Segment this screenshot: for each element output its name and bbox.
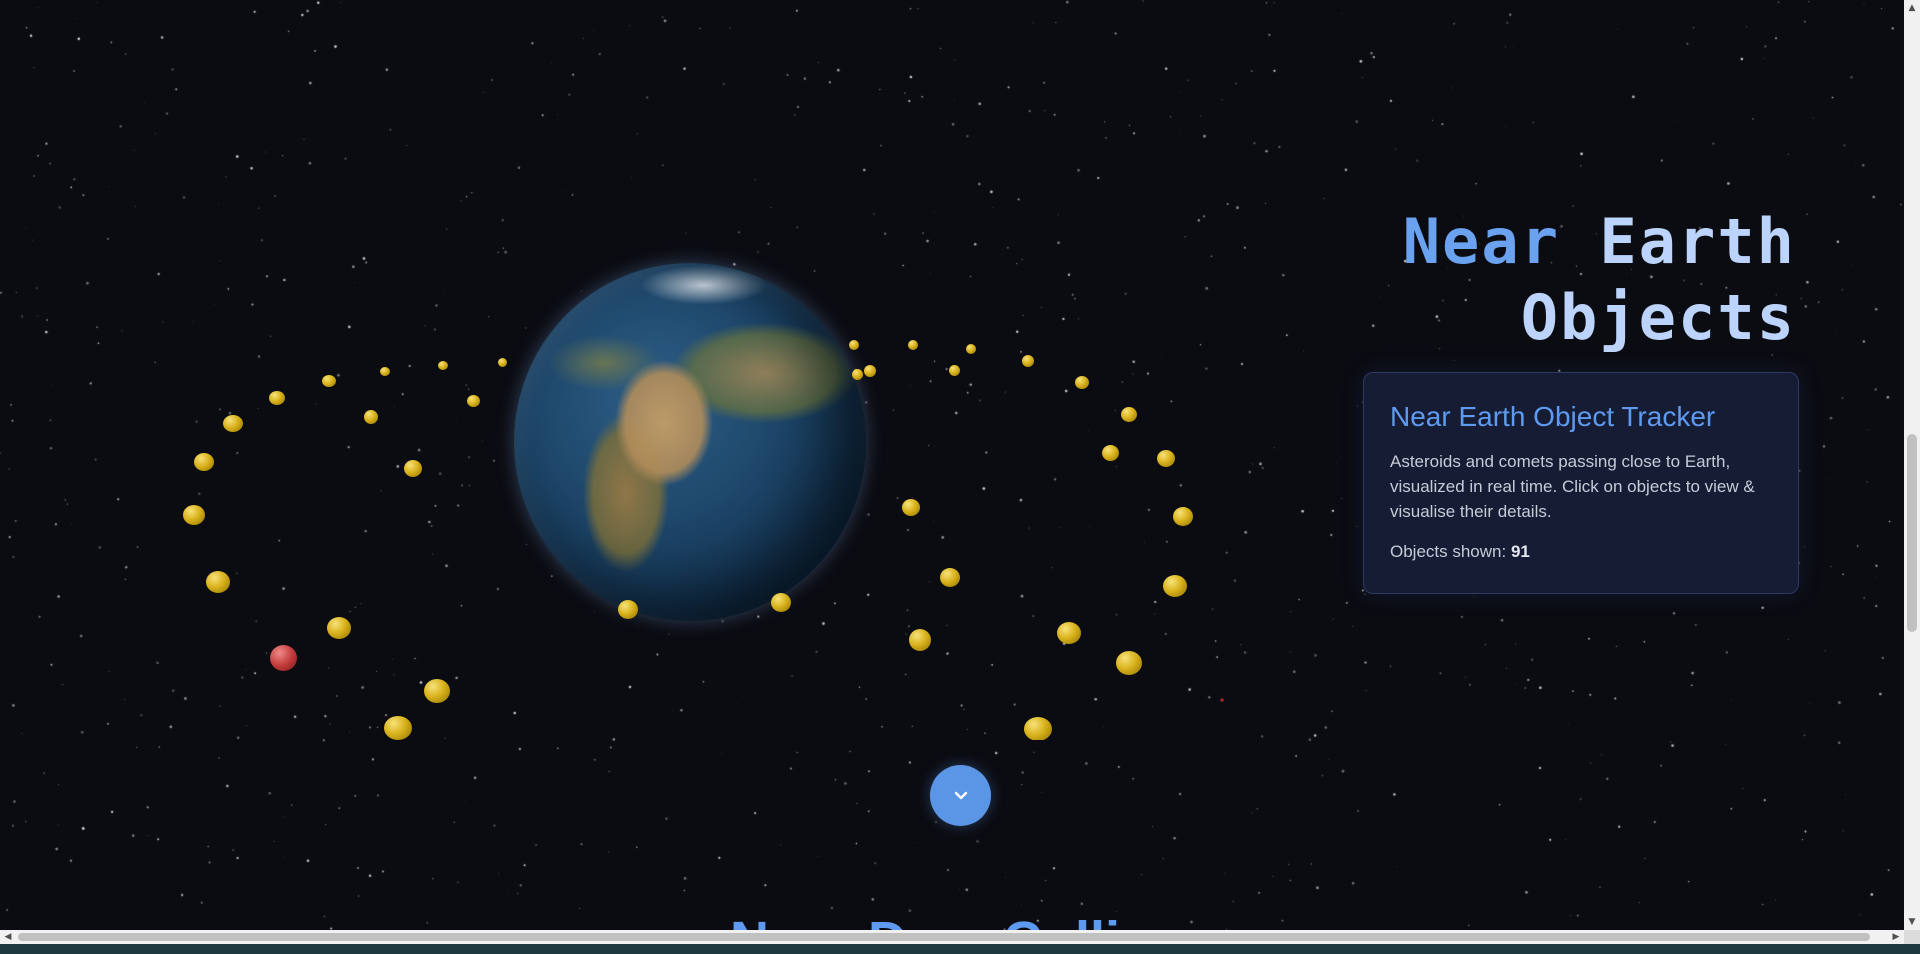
neo-asteroid[interactable] bbox=[1116, 651, 1142, 675]
neo-asteroid[interactable] bbox=[466, 395, 480, 407]
neo-asteroid[interactable] bbox=[380, 366, 390, 376]
neo-asteroid[interactable] bbox=[966, 344, 976, 354]
neo-asteroid[interactable] bbox=[269, 391, 285, 405]
earth-globe[interactable] bbox=[514, 263, 866, 621]
neo-asteroid[interactable] bbox=[384, 716, 412, 740]
neo-asteroid[interactable] bbox=[849, 340, 859, 350]
neo-asteroid[interactable] bbox=[618, 599, 638, 619]
neo-asteroid[interactable] bbox=[223, 414, 243, 432]
title-word-objects: Objects bbox=[1520, 281, 1796, 354]
card-description: Asteroids and comets passing close to Ea… bbox=[1390, 452, 1755, 521]
info-card: Near Earth Object Tracker Asteroids and … bbox=[1363, 372, 1799, 594]
neo-asteroid[interactable] bbox=[851, 368, 863, 380]
page-title: Near Earth Objects bbox=[1403, 204, 1796, 356]
scroll-down-arrow-icon[interactable]: ▼ bbox=[1904, 914, 1920, 930]
neo-asteroid[interactable] bbox=[1022, 355, 1034, 367]
horizontal-scrollbar[interactable]: ◀ ▶ bbox=[0, 930, 1904, 944]
neo-asteroid[interactable] bbox=[1057, 622, 1081, 644]
neo-asteroid[interactable] bbox=[1024, 717, 1052, 740]
neo-hazardous-asteroid[interactable] bbox=[270, 645, 297, 671]
horizontal-scroll-thumb[interactable] bbox=[18, 933, 1870, 941]
neo-asteroid[interactable] bbox=[908, 340, 918, 350]
neo-asteroid[interactable] bbox=[194, 453, 214, 471]
neo-asteroid[interactable] bbox=[497, 357, 507, 367]
taskbar-strip bbox=[0, 944, 1920, 954]
neo-asteroid[interactable] bbox=[864, 365, 876, 377]
neo-asteroid[interactable] bbox=[322, 375, 336, 387]
neo-asteroid[interactable] bbox=[771, 592, 791, 612]
neo-asteroid[interactable] bbox=[424, 679, 450, 703]
neo-asteroid[interactable] bbox=[902, 498, 920, 516]
neo-asteroid[interactable] bbox=[948, 364, 960, 376]
neo-asteroid[interactable] bbox=[1075, 375, 1089, 389]
title-word-near: Near bbox=[1402, 205, 1561, 278]
objects-count-label: Objects shown: bbox=[1390, 542, 1507, 561]
next-section-heading: Near-Dom Colli bbox=[730, 910, 1120, 930]
objects-count: Objects shown: 91 bbox=[1390, 542, 1772, 562]
main-viewport: Near Earth Objects Near Earth Object Tra… bbox=[0, 0, 1904, 930]
vertical-scrollbar[interactable]: ▲ ▼ bbox=[1904, 0, 1920, 930]
objects-count-value: 91 bbox=[1510, 542, 1530, 561]
neo-asteroid[interactable] bbox=[1157, 449, 1175, 467]
scroll-up-arrow-icon[interactable]: ▲ bbox=[1904, 0, 1920, 16]
neo-asteroid[interactable] bbox=[909, 629, 931, 651]
neo-asteroid[interactable] bbox=[327, 617, 351, 639]
scroll-left-arrow-icon[interactable]: ◀ bbox=[0, 930, 16, 944]
neo-asteroid[interactable] bbox=[364, 410, 378, 424]
scrollbar-corner bbox=[1904, 930, 1920, 944]
neo-asteroid[interactable] bbox=[438, 360, 448, 370]
chevron-down-icon bbox=[954, 791, 967, 799]
neo-asteroid[interactable] bbox=[206, 571, 230, 593]
neo-asteroid[interactable] bbox=[940, 567, 960, 587]
scroll-right-arrow-icon[interactable]: ▶ bbox=[1888, 930, 1904, 944]
card-heading: Near Earth Object Tracker bbox=[1390, 401, 1716, 432]
title-word-earth: Earth bbox=[1599, 205, 1796, 278]
neo-asteroid[interactable] bbox=[404, 459, 422, 477]
scene-canvas[interactable] bbox=[0, 0, 1904, 740]
neo-asteroid[interactable] bbox=[183, 505, 205, 525]
neo-asteroid[interactable] bbox=[1163, 575, 1187, 597]
neo-asteroid[interactable] bbox=[1173, 506, 1193, 526]
vertical-scroll-thumb[interactable] bbox=[1907, 434, 1917, 632]
neo-asteroid[interactable] bbox=[1121, 406, 1137, 422]
scroll-down-button[interactable] bbox=[930, 765, 991, 826]
neo-asteroid[interactable] bbox=[1101, 445, 1119, 461]
